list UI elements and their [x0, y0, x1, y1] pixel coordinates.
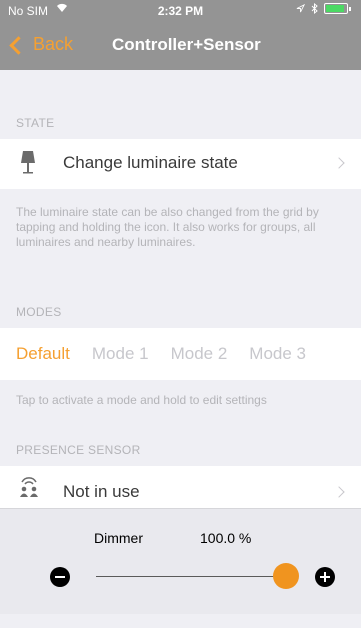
modes-row: Default Mode 1 Mode 2 Mode 3 — [16, 344, 328, 364]
dimmer-panel: Dimmer 100.0 % — [0, 508, 361, 615]
presence-sensor-icon — [18, 477, 40, 502]
change-luminaire-state-label: Change luminaire state — [63, 153, 238, 172]
location-icon — [296, 4, 305, 13]
state-footer: The luminaire state can be also changed … — [16, 205, 319, 249]
dimmer-label: Dimmer — [94, 530, 143, 546]
screen: No SIM 2:32 PM Back Controller+Sensor ST… — [0, 0, 361, 628]
state-section-header: STATE — [16, 116, 55, 130]
chevron-right-icon — [333, 486, 345, 498]
mode-2[interactable]: Mode 2 — [171, 344, 228, 364]
back-button[interactable]: Back — [9, 34, 74, 55]
modes-footer: Tap to activate a mode and hold to edit … — [16, 393, 267, 407]
increase-button[interactable] — [315, 567, 335, 587]
navigation-bar: No SIM 2:32 PM Back Controller+Sensor — [0, 0, 361, 70]
mode-1[interactable]: Mode 1 — [92, 344, 149, 364]
change-luminaire-state-cell[interactable]: Change luminaire state — [0, 139, 361, 189]
bottom-area — [0, 614, 361, 628]
presence-sensor-section-header: PRESENCE SENSOR — [16, 443, 141, 457]
status-icons — [296, 3, 351, 14]
back-label: Back — [33, 34, 74, 54]
presence-sensor-label: Not in use — [63, 482, 140, 501]
dimmer-slider-thumb[interactable] — [273, 563, 299, 589]
chevron-right-icon — [333, 157, 345, 169]
mode-3[interactable]: Mode 3 — [249, 344, 306, 364]
mode-default[interactable]: Default — [16, 344, 70, 364]
bluetooth-icon — [311, 3, 318, 14]
dimmer-value: 100.0 % — [200, 530, 252, 546]
chevron-left-icon — [9, 35, 28, 55]
lamp-icon — [20, 150, 36, 181]
dimmer-slider-track[interactable] — [96, 576, 286, 577]
battery-icon — [324, 3, 348, 14]
nav-row: Back Controller+Sensor — [0, 22, 361, 70]
modes-section-header: MODES — [16, 305, 62, 319]
decrease-button[interactable] — [50, 567, 70, 587]
modes-cell: Default Mode 1 Mode 2 Mode 3 — [0, 328, 361, 380]
status-bar: No SIM 2:32 PM — [0, 0, 361, 22]
page-title: Controller+Sensor — [112, 35, 261, 54]
